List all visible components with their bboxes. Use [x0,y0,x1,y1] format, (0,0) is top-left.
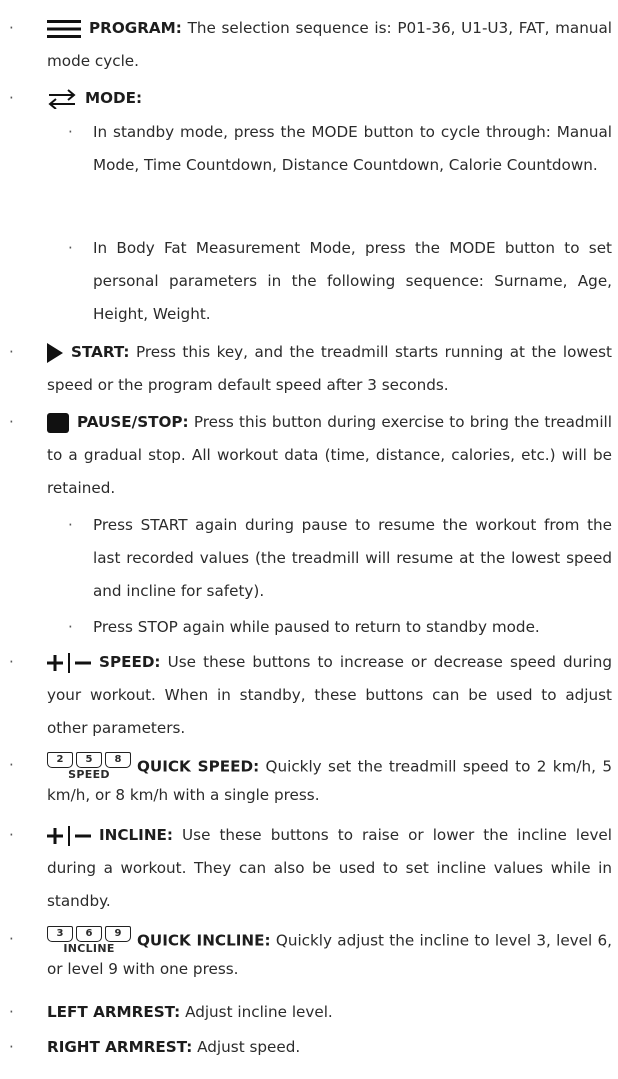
bullet: · [9,826,14,844]
item-text: Quickly adjust the incline to level 3, l… [47,931,613,979]
stop-square-icon [47,412,69,433]
item-text: Adjust incline level. [185,1003,333,1021]
list-item-program: · PROGRAM: The selection sequence is: P0… [9,12,612,78]
key-9: 9 [105,926,131,942]
item-text: Press this key, and the treadmill starts… [47,343,613,394]
plus-minus-icon [47,825,91,846]
item-text: Adjust speed. [197,1038,301,1056]
subitem-text: In standby mode, press the MODE button t… [93,123,612,174]
list-item-quick-incline: · 3 6 9 INCLINE QUICK INCLINE: Quickly a… [9,926,613,982]
bullet: · [9,413,14,431]
key-6: 6 [76,926,102,942]
manual-page: · PROGRAM: The selection sequence is: P0… [0,0,618,1079]
key-caption: INCLINE [63,942,115,955]
item-label: START: [71,343,130,361]
list-item-speed: · SPEED: Use these buttons to increase o… [9,646,612,745]
item-label: QUICK INCLINE: [137,931,271,950]
bullet: · [68,123,73,141]
subitem-text: In Body Fat Measurement Mode, press the … [93,239,612,323]
bullet: · [68,618,73,636]
key-2: 2 [47,752,73,768]
menu-icon [47,19,81,38]
item-label: QUICK SPEED: [137,757,260,776]
item-label: LEFT ARMREST: [47,1003,181,1021]
subitem-text: Press START again during pause to resume… [93,516,612,600]
list-subitem: · In standby mode, press the MODE button… [68,116,612,182]
subitem-text: Press STOP again while paused to return … [93,618,540,636]
item-label: PROGRAM: [89,19,182,37]
quick-incline-keys-icon: 3 6 9 INCLINE [47,926,131,956]
key-caption: SPEED [68,768,110,781]
quick-speed-keys-icon: 2 5 8 SPEED [47,752,131,782]
key-8: 8 [105,752,131,768]
list-item-mode: · MODE: [9,82,612,115]
list-item-left-armrest: · LEFT ARMREST: Adjust incline level. [9,996,612,1029]
list-item-incline: · INCLINE: Use these buttons to raise or… [9,819,612,918]
bullet: · [9,1038,14,1056]
list-item-start: · START: Press this key, and the treadmi… [9,336,613,402]
list-subitem: · Press START again during pause to resu… [68,509,612,608]
item-text: Quickly set the treadmill speed to 2 km/… [47,757,612,805]
key-5: 5 [76,752,102,768]
list-item-pause-stop: · PAUSE/STOP: Press this button during e… [9,406,612,505]
play-icon [47,342,63,363]
bullet: · [68,516,73,534]
list-subitem: · In Body Fat Measurement Mode, press th… [68,232,612,331]
bullet: · [9,343,14,361]
bullet: · [9,1003,14,1021]
list-subitem: · Press STOP again while paused to retur… [68,611,612,644]
key-3: 3 [47,926,73,942]
bullet: · [9,930,14,948]
item-label: RIGHT ARMREST: [47,1038,193,1056]
list-item-quick-speed: · 2 5 8 SPEED QUICK SPEED: Quickly set t… [9,752,612,808]
bullet: · [68,239,73,257]
plus-minus-icon [47,652,91,673]
item-label: INCLINE: [99,826,173,844]
list-item-right-armrest: · RIGHT ARMREST: Adjust speed. [9,1031,612,1064]
item-label: MODE: [85,89,143,107]
bullet: · [9,756,14,774]
bullet: · [9,89,14,107]
item-label: PAUSE/STOP: [77,413,189,431]
swap-arrows-icon [48,88,76,109]
bullet: · [9,19,14,37]
item-label: SPEED: [99,653,161,671]
bullet: · [9,653,14,671]
